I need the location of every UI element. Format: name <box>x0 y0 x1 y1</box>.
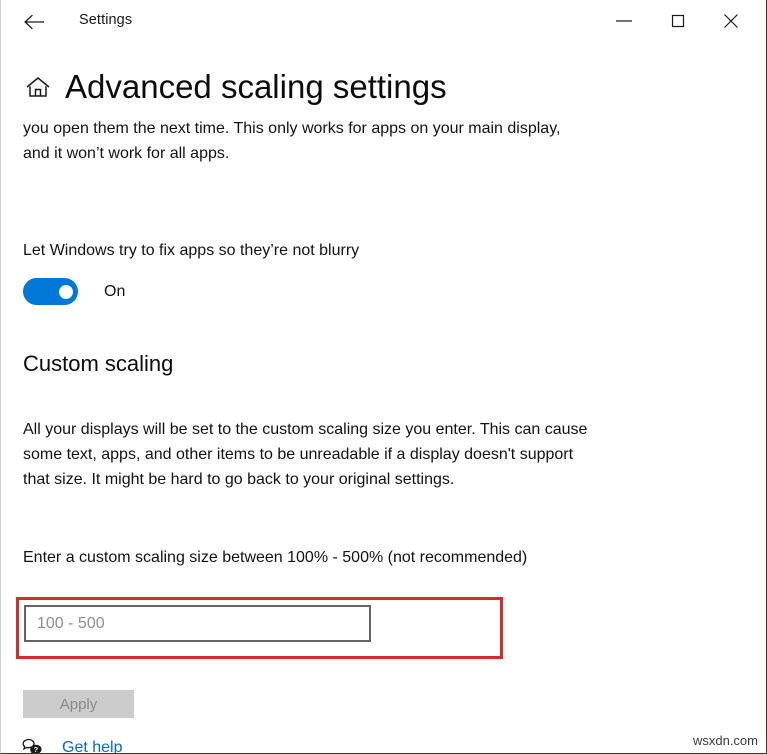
toggle-state-label: On <box>104 283 125 301</box>
help-bubble-icon: ? <box>21 736 45 754</box>
watermark: wsxdn.com <box>693 733 758 748</box>
app-title: Settings <box>79 12 132 28</box>
settings-window: Settings <box>0 0 767 754</box>
title-bar: Settings <box>1 0 766 45</box>
fix-blurry-apps-toggle[interactable] <box>23 278 78 305</box>
custom-scaling-input[interactable] <box>24 605 371 642</box>
page-title: Advanced scaling settings <box>65 70 447 103</box>
apply-button[interactable]: Apply <box>23 690 134 718</box>
custom-scaling-field-label: Enter a custom scaling size between 100%… <box>23 545 553 570</box>
get-help-row[interactable]: ? Get help <box>21 736 122 754</box>
minimize-icon <box>613 15 635 27</box>
close-icon <box>722 12 740 30</box>
svg-text:?: ? <box>34 745 39 754</box>
close-button[interactable] <box>708 0 754 42</box>
back-button[interactable] <box>15 5 55 39</box>
minimize-button[interactable] <box>601 0 647 42</box>
maximize-button[interactable] <box>655 0 701 42</box>
maximize-icon <box>670 13 686 29</box>
home-icon[interactable] <box>23 72 53 102</box>
intro-description: you open them the next time. This only w… <box>23 116 563 166</box>
fix-blurry-apps-row: On <box>23 278 125 305</box>
custom-scaling-heading: Custom scaling <box>23 351 173 377</box>
custom-scaling-description: All your displays will be set to the cus… <box>23 417 598 492</box>
toggle-knob <box>59 285 73 299</box>
fix-blurry-apps-label: Let Windows try to fix apps so they’re n… <box>23 242 359 260</box>
get-help-link[interactable]: Get help <box>62 739 122 754</box>
page-heading-row: Advanced scaling settings <box>23 70 447 103</box>
back-arrow-icon <box>23 13 47 31</box>
